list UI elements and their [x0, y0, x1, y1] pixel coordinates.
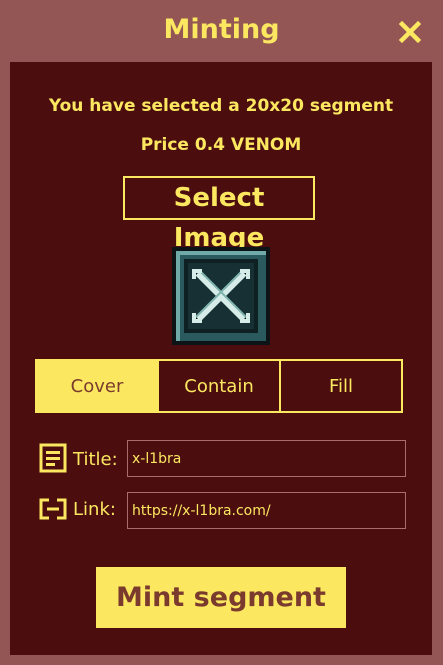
modal-header: Minting	[0, 0, 443, 62]
minting-modal: Minting You have selected a 20x20 segmen…	[0, 0, 443, 665]
price-info: Price 0.4 VENOM	[140, 135, 302, 155]
close-icon[interactable]	[396, 18, 424, 46]
fit-contain-button[interactable]: Contain	[157, 361, 279, 411]
mint-segment-button[interactable]: Mint segment	[96, 567, 346, 628]
document-icon	[39, 443, 67, 473]
selection-info: You have selected a 20x20 segment	[48, 96, 394, 116]
link-label: Link:	[73, 499, 116, 520]
title-input[interactable]	[127, 440, 406, 477]
fit-mode-group: Cover Contain Fill	[35, 359, 403, 413]
pixel-cross-image	[172, 247, 270, 345]
fit-fill-button[interactable]: Fill	[279, 361, 401, 411]
fit-cover-button[interactable]: Cover	[37, 361, 157, 411]
select-image-button[interactable]: Select Image	[123, 176, 315, 253]
link-input[interactable]	[127, 492, 406, 529]
link-icon	[39, 498, 67, 520]
minting-panel: You have selected a 20x20 segment Price …	[10, 62, 432, 655]
title-label: Title:	[73, 449, 118, 470]
modal-title: Minting	[163, 14, 280, 45]
